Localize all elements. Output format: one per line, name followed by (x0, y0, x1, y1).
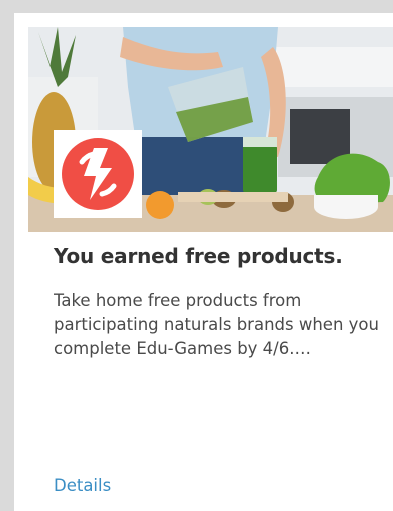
brand-logo-tile (54, 130, 142, 218)
page-background: You earned free products. Take home free… (0, 0, 393, 511)
reward-card[interactable]: You earned free products. Take home free… (14, 13, 393, 511)
lightning-bolt-icon (62, 138, 134, 210)
card-description: Take home free products from participati… (54, 291, 379, 358)
card-title: You earned free products. (54, 244, 343, 268)
details-link[interactable]: Details (54, 474, 111, 498)
